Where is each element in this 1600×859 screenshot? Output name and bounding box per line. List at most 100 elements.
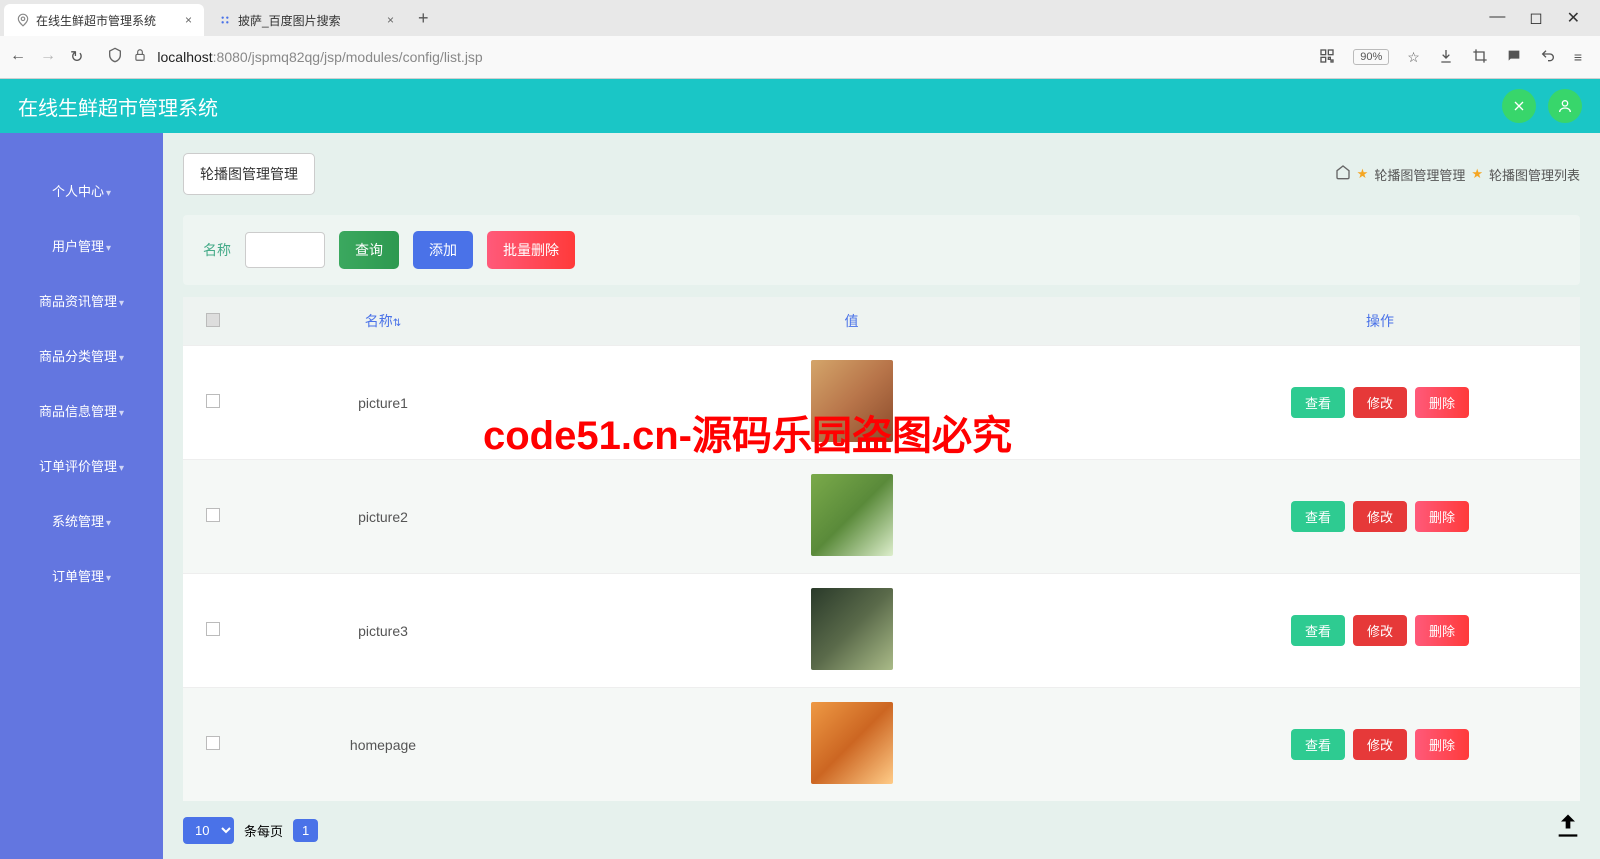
- breadcrumb-l1[interactable]: 轮播图管理管理: [1374, 165, 1465, 184]
- breadcrumb: ★ 轮播图管理管理 ★ 轮播图管理列表: [1335, 164, 1580, 185]
- app-header: 在线生鲜超市管理系统: [0, 79, 1600, 133]
- sidebar: 个人中心▾ 用户管理▾ 商品资讯管理▾ 商品分类管理▾ 商品信息管理▾ 订单评价…: [0, 133, 163, 859]
- sidebar-item-review[interactable]: 订单评价管理▾: [0, 438, 163, 493]
- chevron-down-icon: ▾: [106, 518, 111, 529]
- per-page-label: 条每页: [244, 821, 283, 840]
- close-window-button[interactable]: ✕: [1567, 8, 1580, 28]
- table-row: picture3 查看 修改 删除: [183, 574, 1580, 688]
- chevron-down-icon: ▾: [119, 463, 124, 474]
- site-icon: [16, 13, 30, 27]
- table-row: picture1 查看 修改 删除: [183, 346, 1580, 460]
- star-icon: ★: [1357, 166, 1369, 182]
- row-checkbox[interactable]: [206, 736, 220, 750]
- undo-icon[interactable]: [1540, 48, 1556, 67]
- sidebar-item-category[interactable]: 商品分类管理▾: [0, 328, 163, 383]
- thumbnail[interactable]: [811, 474, 893, 556]
- delete-button[interactable]: 删除: [1415, 387, 1469, 418]
- zoom-level[interactable]: 90%: [1353, 49, 1389, 65]
- filter-label: 名称: [203, 240, 231, 260]
- bookmark-icon[interactable]: ☆: [1407, 49, 1420, 66]
- star-icon: ★: [1471, 166, 1483, 182]
- sidebar-item-order[interactable]: 订单管理▾: [0, 548, 163, 603]
- chat-icon[interactable]: [1506, 48, 1522, 67]
- view-button[interactable]: 查看: [1291, 615, 1345, 646]
- select-all-checkbox[interactable]: [206, 313, 220, 327]
- pagination: 10 条每页 1: [183, 817, 1580, 844]
- edit-button[interactable]: 修改: [1353, 729, 1407, 760]
- sort-icon: ⇅: [393, 318, 401, 329]
- add-button[interactable]: 添加: [413, 231, 473, 269]
- maximize-button[interactable]: ◻: [1529, 8, 1542, 28]
- thumbnail[interactable]: [811, 588, 893, 670]
- browser-tab[interactable]: 披萨_百度图片搜索 ×: [206, 4, 406, 36]
- new-tab-button[interactable]: +: [408, 8, 439, 29]
- col-name[interactable]: 名称⇅: [243, 297, 523, 346]
- sidebar-item-system[interactable]: 系统管理▾: [0, 493, 163, 548]
- user-button[interactable]: [1548, 89, 1582, 123]
- row-checkbox[interactable]: [206, 508, 220, 522]
- sidebar-item-news[interactable]: 商品资讯管理▾: [0, 273, 163, 328]
- edit-button[interactable]: 修改: [1353, 501, 1407, 532]
- tab-title: 在线生鲜超市管理系统: [36, 12, 156, 29]
- page-title-button[interactable]: 轮播图管理管理: [183, 153, 315, 195]
- col-value: 值: [523, 297, 1180, 346]
- tools-button[interactable]: [1502, 89, 1536, 123]
- upload-icon[interactable]: [1554, 811, 1582, 846]
- baidu-icon: [218, 13, 232, 27]
- window-controls: — ◻ ✕: [1489, 8, 1596, 28]
- nav-bar: ← → ↻ localhost:8080/jspmq82qg/jsp/modul…: [0, 36, 1600, 78]
- sidebar-item-users[interactable]: 用户管理▾: [0, 218, 163, 273]
- edit-button[interactable]: 修改: [1353, 387, 1407, 418]
- per-page-select[interactable]: 10: [183, 817, 234, 844]
- table-row: homepage 查看 修改 删除: [183, 688, 1580, 802]
- cell-name: homepage: [243, 688, 523, 802]
- thumbnail[interactable]: [811, 702, 893, 784]
- url-text: localhost:8080/jspmq82qg/jsp/modules/con…: [157, 49, 482, 65]
- close-icon[interactable]: ×: [379, 13, 394, 27]
- forward-button[interactable]: →: [40, 47, 56, 67]
- app-title: 在线生鲜超市管理系统: [18, 92, 218, 121]
- cell-name: picture1: [243, 346, 523, 460]
- sidebar-item-profile[interactable]: 个人中心▾: [0, 163, 163, 218]
- qr-icon[interactable]: [1319, 48, 1335, 67]
- data-table: 名称⇅ 值 操作 picture1 查看 修改 删除: [183, 297, 1580, 801]
- cell-name: picture2: [243, 460, 523, 574]
- col-action: 操作: [1180, 297, 1580, 346]
- content: code51.cn-源码乐园盗图必究 轮播图管理管理 ★ 轮播图管理管理 ★ 轮…: [163, 133, 1600, 859]
- row-checkbox[interactable]: [206, 394, 220, 408]
- table-row: picture2 查看 修改 删除: [183, 460, 1580, 574]
- delete-button[interactable]: 删除: [1415, 615, 1469, 646]
- menu-icon[interactable]: ≡: [1574, 49, 1582, 65]
- view-button[interactable]: 查看: [1291, 501, 1345, 532]
- url-bar[interactable]: localhost:8080/jspmq82qg/jsp/modules/con…: [97, 47, 1305, 68]
- tab-title: 披萨_百度图片搜索: [238, 12, 341, 29]
- reload-button[interactable]: ↻: [70, 47, 83, 67]
- delete-button[interactable]: 删除: [1415, 501, 1469, 532]
- view-button[interactable]: 查看: [1291, 729, 1345, 760]
- view-button[interactable]: 查看: [1291, 387, 1345, 418]
- close-icon[interactable]: ×: [177, 13, 192, 27]
- page-number[interactable]: 1: [293, 819, 318, 842]
- edit-button[interactable]: 修改: [1353, 615, 1407, 646]
- lock-icon: [133, 48, 147, 67]
- browser-chrome: 在线生鲜超市管理系统 × 披萨_百度图片搜索 × + — ◻ ✕ ← → ↻: [0, 0, 1600, 79]
- minimize-button[interactable]: —: [1489, 8, 1505, 28]
- bulk-delete-button[interactable]: 批量删除: [487, 231, 575, 269]
- chevron-down-icon: ▾: [106, 243, 111, 254]
- delete-button[interactable]: 删除: [1415, 729, 1469, 760]
- download-icon[interactable]: [1438, 48, 1454, 67]
- back-button[interactable]: ←: [10, 47, 26, 67]
- chevron-down-icon: ▾: [106, 188, 111, 199]
- browser-tab-active[interactable]: 在线生鲜超市管理系统 ×: [4, 4, 204, 36]
- crop-icon[interactable]: [1472, 48, 1488, 67]
- chevron-down-icon: ▾: [119, 408, 124, 419]
- shield-icon: [107, 47, 123, 68]
- row-checkbox[interactable]: [206, 622, 220, 636]
- tab-bar: 在线生鲜超市管理系统 × 披萨_百度图片搜索 × + — ◻ ✕: [0, 0, 1600, 36]
- thumbnail[interactable]: [811, 360, 893, 442]
- chevron-down-icon: ▾: [119, 353, 124, 364]
- home-icon[interactable]: [1335, 164, 1351, 185]
- query-button[interactable]: 查询: [339, 231, 399, 269]
- name-input[interactable]: [245, 232, 325, 268]
- sidebar-item-product[interactable]: 商品信息管理▾: [0, 383, 163, 438]
